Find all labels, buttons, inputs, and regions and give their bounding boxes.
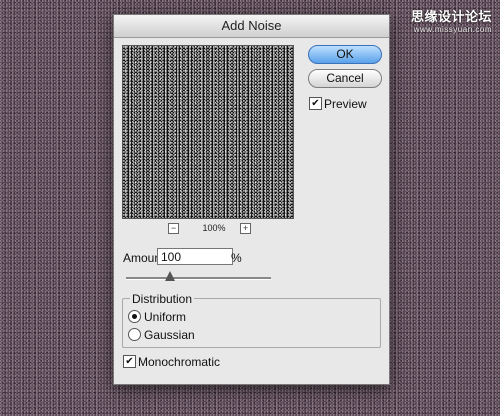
zoom-controls: − 100% +	[122, 223, 294, 235]
amount-input[interactable]	[157, 248, 233, 265]
zoom-out-button[interactable]: −	[168, 223, 179, 234]
uniform-radio[interactable]	[128, 310, 141, 323]
watermark-url: www.missyuan.com	[413, 25, 492, 34]
zoom-in-button[interactable]: +	[240, 223, 251, 234]
amount-slider-thumb[interactable]	[164, 271, 175, 281]
add-noise-dialog: Add Noise − 100% + OK Cancel ✔ Preview A…	[113, 14, 390, 385]
gaussian-label: Gaussian	[144, 328, 195, 342]
monochromatic-label: Monochromatic	[138, 355, 221, 369]
gaussian-radio[interactable]	[128, 328, 141, 341]
zoom-level: 100%	[202, 223, 226, 233]
distribution-title: Distribution	[130, 292, 195, 306]
cancel-button[interactable]: Cancel	[308, 69, 382, 88]
dialog-title: Add Noise	[114, 15, 389, 38]
preview-label: Preview	[324, 97, 367, 111]
monochromatic-checkbox[interactable]: ✔	[123, 355, 136, 368]
watermark: 思缘设计论坛 www.missyuan.com	[411, 6, 492, 34]
radio-selected-dot	[132, 314, 137, 319]
uniform-label: Uniform	[144, 310, 187, 324]
amount-slider-track[interactable]	[126, 277, 271, 280]
ok-button[interactable]: OK	[308, 45, 382, 64]
watermark-text: 思缘设计论坛	[410, 9, 492, 24]
preview-checkbox[interactable]: ✔	[309, 97, 322, 110]
amount-unit: %	[231, 251, 242, 265]
noise-preview[interactable]	[122, 45, 294, 219]
